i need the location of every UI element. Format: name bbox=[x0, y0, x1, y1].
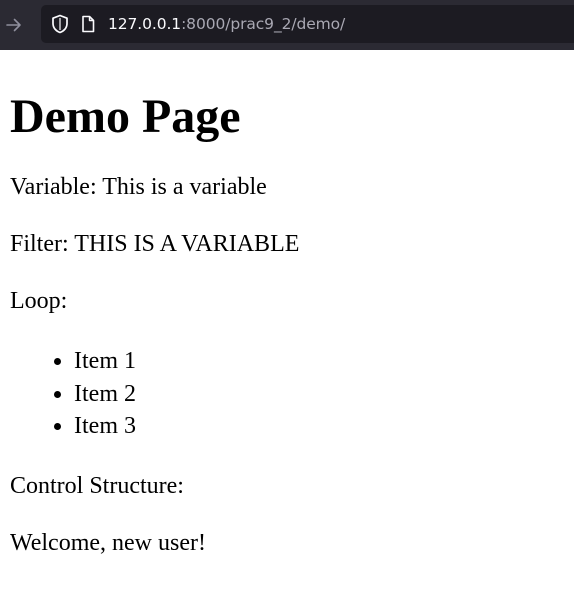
url-text: 127.0.0.1:8000/prac9_2/demo/ bbox=[108, 15, 345, 33]
page-content: Demo Page Variable: This is a variable F… bbox=[0, 89, 574, 557]
loop-label: Loop: bbox=[10, 288, 68, 314]
control-structure-label: Control Structure: bbox=[10, 472, 184, 499]
welcome-message: Welcome, new user! bbox=[10, 529, 206, 556]
list-item: Item 1 bbox=[74, 345, 564, 378]
arrow-right-icon bbox=[6, 18, 21, 32]
page-icon[interactable] bbox=[79, 14, 97, 34]
list-item: Item 3 bbox=[74, 410, 564, 443]
list-item: Item 2 bbox=[74, 378, 564, 411]
url-path: :8000/prac9_2/demo/ bbox=[181, 15, 346, 33]
loop-list: Item 1 Item 2 Item 3 bbox=[10, 345, 564, 443]
page-title: Demo Page bbox=[10, 90, 241, 143]
variable-line: Variable: This is a variable bbox=[10, 174, 267, 200]
address-bar[interactable]: 127.0.0.1:8000/prac9_2/demo/ bbox=[41, 5, 574, 43]
shield-icon[interactable] bbox=[50, 14, 70, 34]
filter-line: Filter: THIS IS A VARIABLE bbox=[10, 231, 300, 257]
forward-button[interactable] bbox=[0, 0, 28, 50]
url-host: 127.0.0.1 bbox=[108, 15, 182, 33]
browser-toolbar: 127.0.0.1:8000/prac9_2/demo/ bbox=[0, 0, 574, 50]
